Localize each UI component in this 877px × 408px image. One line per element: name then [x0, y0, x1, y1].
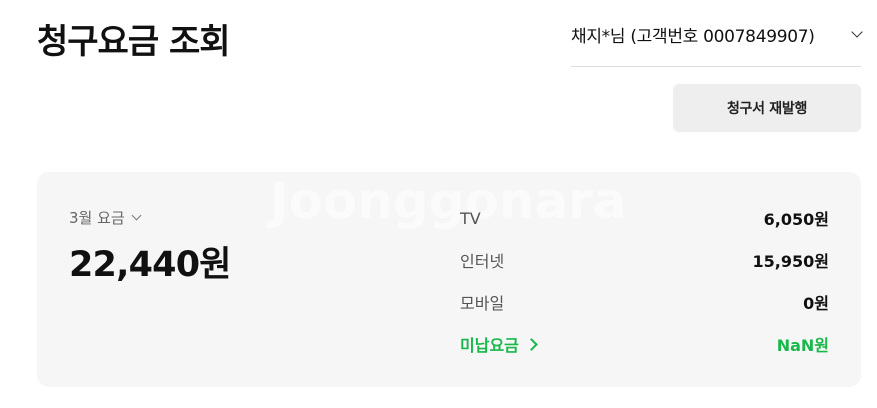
- header-divider: [571, 66, 861, 67]
- page-title: 청구요금 조회: [37, 22, 231, 62]
- bill-row-label: 미납요금: [460, 336, 519, 355]
- total-amount: 22,440원: [69, 245, 231, 285]
- chevron-down-icon: [131, 210, 142, 221]
- bill-row-mobile: 모바일 0원: [460, 290, 829, 314]
- bill-row-label: TV: [460, 208, 481, 228]
- chevron-down-icon: [851, 26, 863, 38]
- customer-selector[interactable]: 채지*님 (고객번호 0007849907): [571, 22, 863, 47]
- bill-row-value: 0원: [803, 294, 829, 313]
- unpaid-link[interactable]: 미납요금: [460, 332, 538, 356]
- month-selector[interactable]: 3월 요금: [69, 207, 142, 228]
- bill-row-value: 6,050원: [763, 210, 829, 229]
- bill-row-label: 모바일: [460, 294, 505, 313]
- bill-row-label: 인터넷: [460, 252, 505, 271]
- bill-row-internet: 인터넷 15,950원: [460, 248, 829, 272]
- customer-label: 채지*님 (고객번호 0007849907): [571, 27, 815, 47]
- bill-row-value: NaN원: [776, 336, 829, 355]
- reissue-bill-button[interactable]: 청구서 재발행: [673, 84, 861, 132]
- bill-row-tv: TV 6,050원: [460, 206, 829, 230]
- month-label: 3월 요금: [69, 209, 125, 227]
- chevron-right-icon: [525, 337, 538, 351]
- bill-row-unpaid[interactable]: 미납요금 NaN원: [460, 332, 829, 356]
- bill-row-value: 15,950원: [752, 252, 829, 271]
